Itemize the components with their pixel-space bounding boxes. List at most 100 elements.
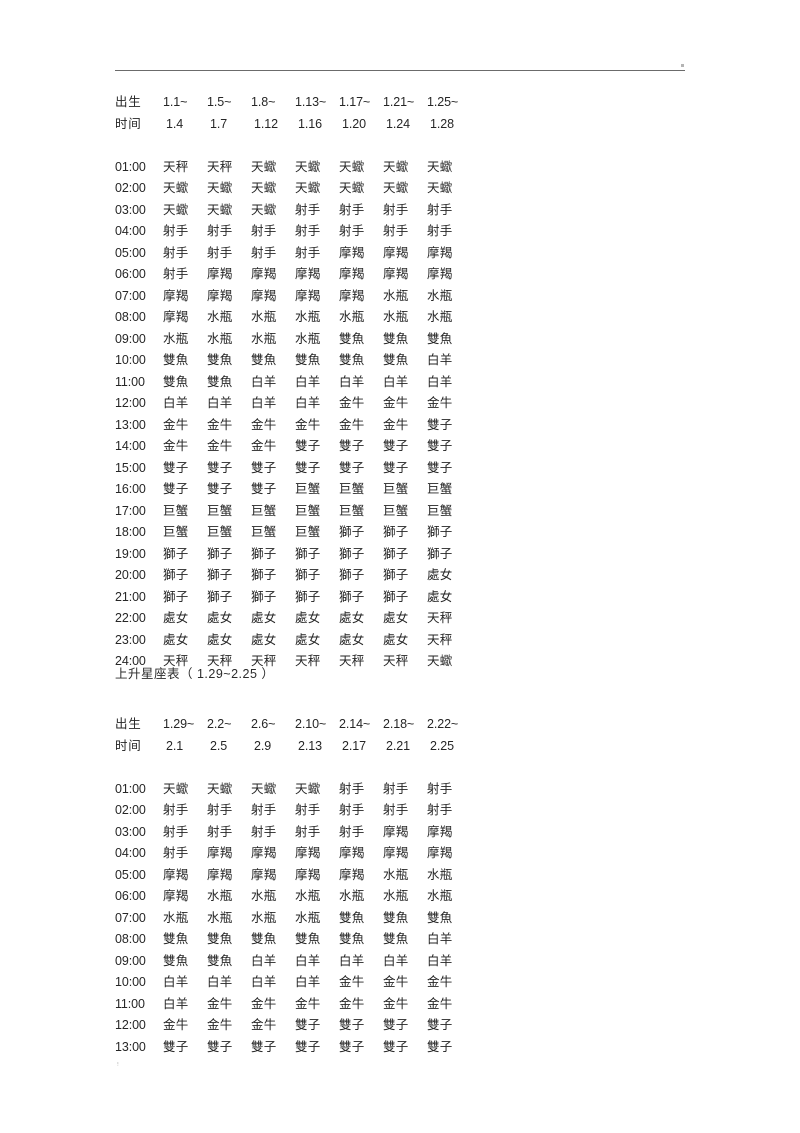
date-range-cell: 2.2~ xyxy=(207,717,232,731)
zodiac-sign-cell: 白羊 xyxy=(207,975,233,989)
date-header-row: 时间 2.1 2.5 2.9 2.13 2.17 2.21 2.25 xyxy=(115,736,471,758)
zodiac-sign-cell: 獅子 xyxy=(207,546,233,561)
date-range-cell: 2.14~ xyxy=(339,717,371,731)
zodiac-sign-cell: 雙子 xyxy=(295,1039,321,1054)
hour-label: 16:00 xyxy=(115,482,146,496)
zodiac-sign-cell: 射手 xyxy=(383,781,409,796)
hour-label: 14:00 xyxy=(115,439,146,453)
zodiac-sign-cell: 雙魚 xyxy=(207,353,233,367)
zodiac-sign-cell: 雙子 xyxy=(427,1018,453,1032)
zodiac-sign-cell: 雙子 xyxy=(427,439,453,453)
zodiac-sign-cell: 天蠍 xyxy=(427,654,453,668)
zodiac-sign-cell: 處女 xyxy=(295,611,321,625)
date-range-cell: 1.17~ xyxy=(339,95,371,109)
zodiac-sign-cell: 獅子 xyxy=(251,568,277,582)
zodiac-sign-cell: 射手 xyxy=(163,824,189,839)
zodiac-sign-cell: 雙魚 xyxy=(251,932,277,946)
zodiac-sign-cell: 雙子 xyxy=(295,439,321,453)
zodiac-sign-cell: 天蠍 xyxy=(163,181,189,195)
zodiac-sign-cell: 摩羯 xyxy=(207,846,233,860)
table-row: 13:00 金牛 金牛 金牛 金牛 金牛 金牛 雙子 xyxy=(115,415,471,437)
table-row: 06:00 射手 摩羯 摩羯 摩羯 摩羯 摩羯 摩羯 xyxy=(115,264,471,286)
zodiac-sign-cell: 金牛 xyxy=(339,996,365,1011)
hour-label: 13:00 xyxy=(115,1039,146,1054)
zodiac-sign-cell: 射手 xyxy=(339,224,365,238)
zodiac-sign-cell: 天秤 xyxy=(339,654,365,668)
zodiac-sign-cell: 金牛 xyxy=(251,1018,277,1032)
zodiac-sign-cell: 摩羯 xyxy=(295,846,321,860)
zodiac-sign-cell: 摩羯 xyxy=(383,245,409,260)
zodiac-sign-cell: 天蠍 xyxy=(251,781,277,796)
table-row: 10:00 雙魚 雙魚 雙魚 雙魚 雙魚 雙魚 白羊 xyxy=(115,350,471,372)
zodiac-sign-cell: 白羊 xyxy=(295,374,321,389)
ascendant-table-section-2: 出生 1.29~ 2.2~ 2.6~ 2.10~ 2.14~ 2.18~ 2.22~ 时间 2.1… xyxy=(115,714,471,1058)
zodiac-sign-cell: 雙魚 xyxy=(383,932,409,946)
zodiac-sign-cell: 摩羯 xyxy=(163,288,189,303)
zodiac-sign-cell: 白羊 xyxy=(251,953,277,968)
zodiac-sign-cell: 摩羯 xyxy=(207,288,233,303)
zodiac-sign-cell: 水瓶 xyxy=(207,889,233,903)
zodiac-sign-cell: 雙子 xyxy=(207,460,233,475)
zodiac-sign-cell: 天蠍 xyxy=(427,159,453,174)
zodiac-sign-cell: 天蠍 xyxy=(427,181,453,195)
table-row: 01:00 天秤 天秤 天蠍 天蠍 天蠍 天蠍 天蠍 xyxy=(115,157,471,179)
zodiac-sign-cell: 天蠍 xyxy=(295,781,321,796)
zodiac-sign-cell: 白羊 xyxy=(163,975,189,989)
zodiac-sign-cell: 水瓶 xyxy=(339,889,365,903)
zodiac-sign-cell: 雙子 xyxy=(339,460,365,475)
zodiac-sign-cell: 水瓶 xyxy=(295,910,321,925)
hour-label: 07:00 xyxy=(115,288,146,303)
date-range-cell: 1.29~ xyxy=(163,717,195,731)
zodiac-sign-cell: 處女 xyxy=(427,568,453,582)
zodiac-sign-cell: 處女 xyxy=(251,611,277,625)
date-range-cell: 2.21 xyxy=(386,738,410,753)
zodiac-sign-cell: 金牛 xyxy=(163,1018,189,1032)
zodiac-sign-cell: 摩羯 xyxy=(251,288,277,303)
zodiac-sign-cell: 巨蟹 xyxy=(339,503,365,518)
zodiac-sign-cell: 巨蟹 xyxy=(427,482,453,496)
table-row: 20:00 獅子 獅子 獅子 獅子 獅子 獅子 處女 xyxy=(115,565,471,587)
zodiac-sign-cell: 摩羯 xyxy=(207,867,233,882)
zodiac-sign-cell: 雙魚 xyxy=(295,353,321,367)
zodiac-sign-cell: 射手 xyxy=(339,824,365,839)
zodiac-sign-cell: 白羊 xyxy=(251,975,277,989)
zodiac-sign-cell: 金牛 xyxy=(207,439,233,453)
date-header-label: 时间 xyxy=(115,116,142,131)
table-row: 01:00 天蠍 天蠍 天蠍 天蠍 射手 射手 射手 xyxy=(115,779,471,801)
date-range-cell: 2.5 xyxy=(210,738,228,753)
zodiac-sign-cell: 巨蟹 xyxy=(383,482,409,496)
zodiac-sign-cell: 雙子 xyxy=(383,460,409,475)
zodiac-sign-cell: 水瓶 xyxy=(251,889,277,903)
zodiac-sign-cell: 射手 xyxy=(207,245,233,260)
date-range-cell: 1.8~ xyxy=(251,95,276,109)
hour-label: 08:00 xyxy=(115,310,146,324)
table-row: 21:00 獅子 獅子 獅子 獅子 獅子 獅子 處女 xyxy=(115,587,471,609)
zodiac-sign-cell: 雙魚 xyxy=(207,374,233,389)
ascendant-table-section-1: 出生 1.1~ 1.5~ 1.8~ 1.13~ 1.17~ 1.21~ 1.25~ 时间 1.4 1… xyxy=(115,92,471,673)
table-row: 03:00 射手 射手 射手 射手 射手 摩羯 摩羯 xyxy=(115,822,471,844)
hour-label: 01:00 xyxy=(115,159,146,174)
zodiac-sign-cell: 獅子 xyxy=(383,525,409,539)
zodiac-sign-cell: 獅子 xyxy=(383,589,409,604)
zodiac-sign-cell: 巨蟹 xyxy=(427,503,453,518)
zodiac-sign-cell: 天蠍 xyxy=(163,781,189,796)
table-row: 06:00 摩羯 水瓶 水瓶 水瓶 水瓶 水瓶 水瓶 xyxy=(115,886,471,908)
date-header-label: 出生 xyxy=(115,717,142,731)
zodiac-sign-cell: 水瓶 xyxy=(383,288,409,303)
zodiac-sign-cell: 摩羯 xyxy=(339,867,365,882)
zodiac-sign-cell: 水瓶 xyxy=(295,310,321,324)
date-range-cell: 2.18~ xyxy=(383,717,415,731)
row-spacer xyxy=(115,135,471,157)
zodiac-sign-cell: 雙魚 xyxy=(163,374,189,389)
hour-label: 08:00 xyxy=(115,932,146,946)
hour-label: 17:00 xyxy=(115,503,146,518)
zodiac-sign-cell: 射手 xyxy=(427,224,453,238)
zodiac-sign-cell: 摩羯 xyxy=(427,267,453,281)
zodiac-sign-cell: 水瓶 xyxy=(251,910,277,925)
zodiac-sign-cell: 金牛 xyxy=(207,417,233,432)
date-range-cell: 1.28 xyxy=(430,116,454,131)
hour-label: 20:00 xyxy=(115,568,146,582)
zodiac-sign-cell: 水瓶 xyxy=(251,331,277,346)
row-spacer-cell xyxy=(115,135,471,157)
zodiac-sign-cell: 雙魚 xyxy=(207,953,233,968)
